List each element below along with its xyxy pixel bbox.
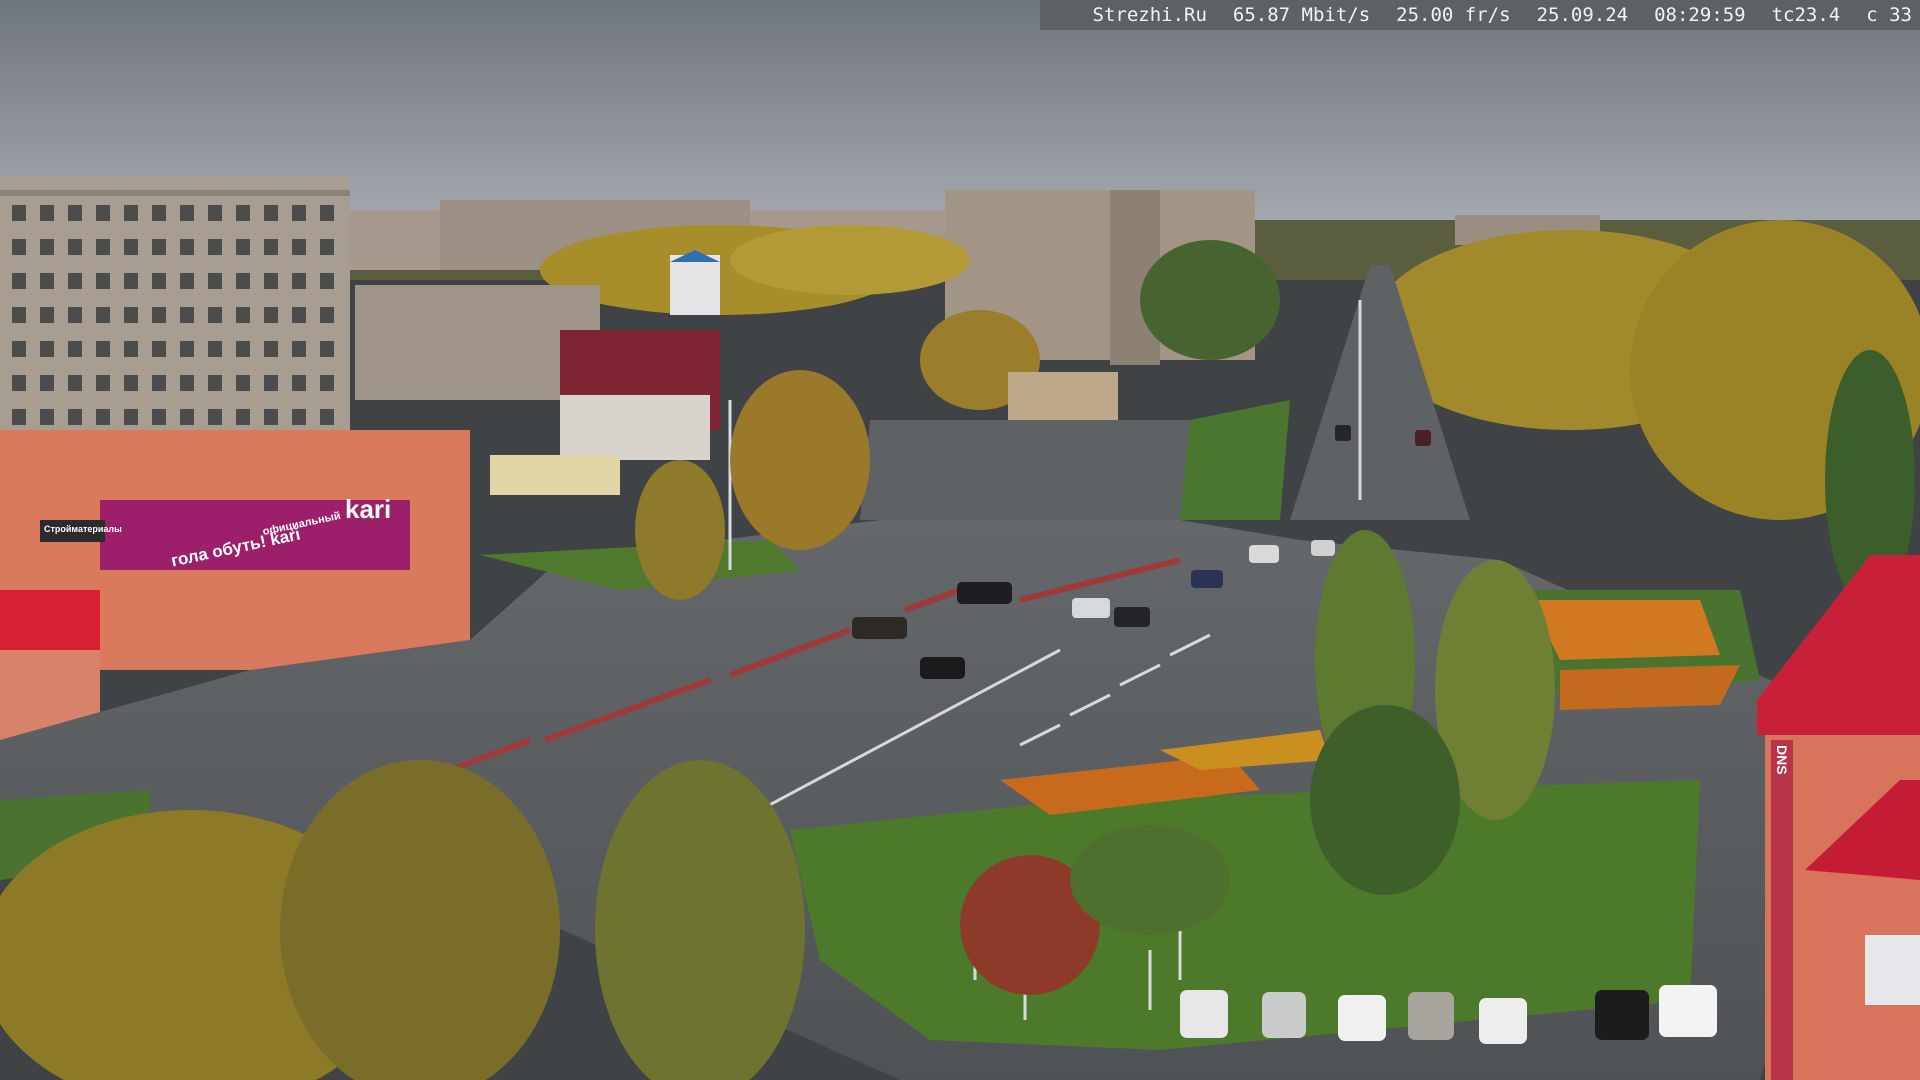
window xyxy=(68,307,82,323)
window xyxy=(96,205,110,221)
window xyxy=(12,341,26,357)
window xyxy=(236,307,250,323)
window xyxy=(152,341,166,357)
window xyxy=(96,341,110,357)
window xyxy=(40,375,54,391)
window xyxy=(40,307,54,323)
window xyxy=(124,375,138,391)
window xyxy=(40,341,54,357)
osd-framerate: 25.00 fr/s xyxy=(1396,4,1511,26)
window xyxy=(264,375,278,391)
window xyxy=(208,307,222,323)
osd-temperature: tc23.4 xyxy=(1771,4,1841,26)
window xyxy=(320,409,334,425)
window xyxy=(292,307,306,323)
window xyxy=(40,205,54,221)
window xyxy=(320,375,334,391)
window xyxy=(264,307,278,323)
window xyxy=(180,205,194,221)
window xyxy=(180,341,194,357)
window xyxy=(152,307,166,323)
window xyxy=(40,409,54,425)
window xyxy=(40,273,54,289)
window xyxy=(180,273,194,289)
window xyxy=(124,239,138,255)
window xyxy=(152,273,166,289)
left-red-sign: Стройматериалы xyxy=(44,524,122,534)
window xyxy=(292,375,306,391)
window xyxy=(208,239,222,255)
window xyxy=(124,307,138,323)
window xyxy=(96,409,110,425)
window xyxy=(320,307,334,323)
window xyxy=(208,409,222,425)
window xyxy=(236,375,250,391)
window xyxy=(208,205,222,221)
window xyxy=(320,341,334,357)
window xyxy=(152,239,166,255)
window xyxy=(124,409,138,425)
window xyxy=(292,341,306,357)
window xyxy=(292,273,306,289)
window xyxy=(236,239,250,255)
window xyxy=(68,341,82,357)
window xyxy=(12,375,26,391)
window xyxy=(12,307,26,323)
window xyxy=(320,205,334,221)
window xyxy=(96,375,110,391)
window xyxy=(12,205,26,221)
window xyxy=(40,239,54,255)
dns-sign: DNS xyxy=(1774,745,1790,775)
window xyxy=(68,409,82,425)
osd-camera: c 33 xyxy=(1866,4,1912,26)
window xyxy=(12,409,26,425)
window xyxy=(208,341,222,357)
window xyxy=(208,375,222,391)
window xyxy=(152,375,166,391)
window xyxy=(292,239,306,255)
window xyxy=(68,205,82,221)
window xyxy=(264,239,278,255)
window xyxy=(292,409,306,425)
window xyxy=(208,273,222,289)
window xyxy=(236,341,250,357)
window xyxy=(264,341,278,357)
window xyxy=(96,273,110,289)
window xyxy=(236,205,250,221)
osd-bitrate: 65.87 Mbit/s xyxy=(1232,4,1371,26)
window xyxy=(292,205,306,221)
window xyxy=(264,409,278,425)
dns-building xyxy=(1757,555,1920,1080)
window xyxy=(68,375,82,391)
osd-date: 25.09.24 xyxy=(1536,4,1629,26)
window xyxy=(124,205,138,221)
window xyxy=(180,307,194,323)
window xyxy=(264,273,278,289)
window xyxy=(12,273,26,289)
camera-osd-overlay: Strezhi.Ru 65.87 Mbit/s 25.00 fr/s 25.09… xyxy=(1040,0,1920,30)
kari-brand-sign: kari xyxy=(345,494,392,524)
window xyxy=(96,239,110,255)
window xyxy=(12,239,26,255)
window xyxy=(68,239,82,255)
window xyxy=(236,273,250,289)
window xyxy=(180,239,194,255)
window xyxy=(236,409,250,425)
window xyxy=(124,273,138,289)
window xyxy=(124,341,138,357)
osd-time: 08:29:59 xyxy=(1654,4,1746,26)
window xyxy=(96,307,110,323)
window xyxy=(180,375,194,391)
osd-site: Strezhi.Ru xyxy=(1092,4,1207,26)
window xyxy=(68,273,82,289)
window xyxy=(180,409,194,425)
window xyxy=(152,205,166,221)
window xyxy=(264,205,278,221)
window xyxy=(320,239,334,255)
window xyxy=(152,409,166,425)
upper-plaza xyxy=(860,420,1200,520)
window xyxy=(320,273,334,289)
